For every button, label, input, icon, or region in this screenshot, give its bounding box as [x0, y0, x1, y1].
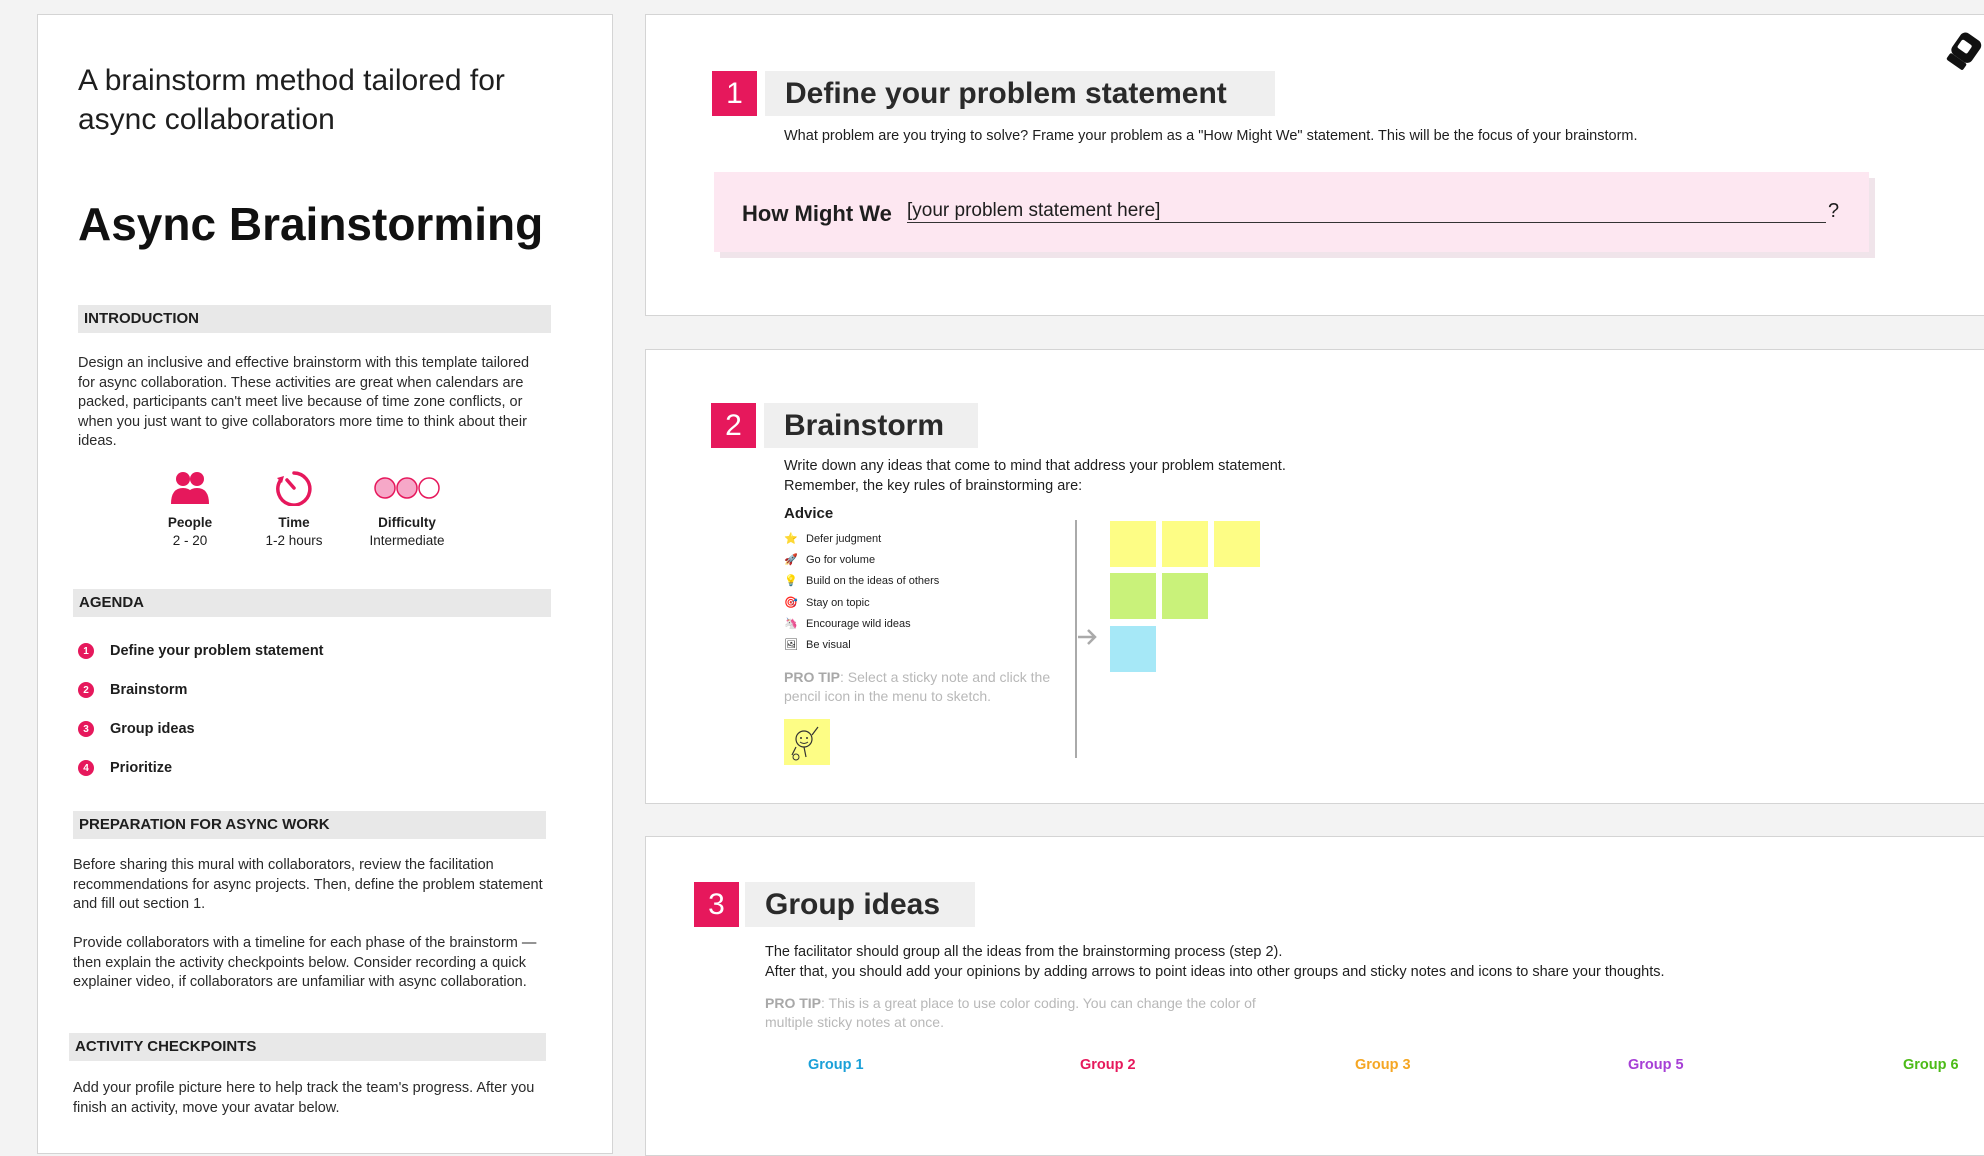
- advice-item: ⭐ Defer judgment: [784, 532, 882, 546]
- stat-time-label: Time: [278, 515, 310, 530]
- sticky-note-yellow[interactable]: [1162, 521, 1208, 567]
- advice-label: Encourage wild ideas: [806, 617, 911, 630]
- protip-label: PRO TIP: [765, 995, 822, 1011]
- hmw-question-mark: ?: [1828, 200, 1840, 222]
- checkpoints-text: Add your profile picture here to help tr…: [73, 1080, 535, 1116]
- advice-item: 🦄 Encourage wild ideas: [784, 617, 911, 631]
- star-icon: ⭐: [784, 533, 798, 545]
- step3-title: Group ideas: [745, 882, 975, 927]
- step2-number: 2: [711, 403, 756, 448]
- step3-description-2: After that, you should add your opinions…: [765, 964, 1665, 980]
- rocket-icon: 🚀: [784, 554, 798, 566]
- advice-item: 💡 Build on the ideas of others: [784, 574, 940, 588]
- checkpoints-heading: ACTIVITY CHECKPOINTS: [69, 1033, 546, 1061]
- advice-item: 🎯 Stay on topic: [784, 596, 870, 610]
- step1-number: 1: [712, 71, 757, 116]
- step3-number: 3: [694, 882, 739, 927]
- stat-difficulty-value: Intermediate: [369, 533, 445, 548]
- preparation-text-1: Before sharing this mural with collabora…: [73, 857, 543, 912]
- advice-item: 🚀 Go for volume: [784, 553, 876, 567]
- agenda-item-4[interactable]: 4 Prioritize: [78, 760, 172, 776]
- step3-protip: PRO TIP: This is a great place to use co…: [765, 994, 1305, 1032]
- step1-title: Define your problem statement: [765, 71, 1275, 116]
- advice-heading: Advice: [784, 505, 834, 522]
- dart-icon: 🎯: [784, 597, 798, 609]
- intro-panel: A brainstorm method tailored for async c…: [37, 14, 613, 1154]
- sticky-note-yellow[interactable]: [1214, 521, 1260, 567]
- stamp-icon[interactable]: [1944, 28, 1984, 74]
- arrow-right-icon: [1078, 629, 1097, 645]
- hmw-card[interactable]: How Might We [your problem statement her…: [714, 172, 1869, 252]
- stat-people-value: 2 - 20: [172, 533, 208, 548]
- people-icon: [171, 472, 209, 504]
- timer-icon: [276, 471, 312, 507]
- step1-description: What problem are you trying to solve? Fr…: [784, 128, 1638, 144]
- agenda-label: Prioritize: [110, 760, 173, 776]
- advice-label: Defer judgment: [806, 532, 882, 545]
- stat-difficulty: Difficulty Intermediate: [352, 470, 462, 548]
- step2-description-2: Remember, the key rules of brainstorming…: [784, 478, 1083, 494]
- group-label-6: Group 6: [1903, 1057, 1959, 1073]
- stat-time-value: 1-2 hours: [265, 533, 323, 548]
- picture-icon: 🖼: [784, 639, 798, 651]
- preparation-heading: PREPARATION FOR ASYNC WORK: [73, 811, 546, 839]
- stat-time: Time 1-2 hours: [239, 470, 349, 548]
- stat-people-label: People: [167, 515, 213, 530]
- stat-difficulty-label: Difficulty: [378, 515, 436, 530]
- sticky-note-green[interactable]: [1110, 573, 1156, 619]
- agenda-number: 2: [78, 682, 94, 698]
- difficulty-icon: [374, 477, 440, 499]
- sticky-note-blue[interactable]: [1110, 626, 1156, 672]
- agenda-number: 4: [78, 760, 94, 776]
- step2-title: Brainstorm: [764, 403, 978, 448]
- advice-label: Build on the ideas of others: [806, 574, 940, 587]
- agenda-label: Define your problem statement: [110, 643, 324, 659]
- step2-protip: PRO TIP: Select a sticky note and click …: [784, 668, 1064, 706]
- sketch-doodle-icon: [791, 726, 819, 761]
- lightbulb-icon: 💡: [784, 575, 798, 587]
- agenda-number: 3: [78, 721, 94, 737]
- sketch-sticky-note[interactable]: [784, 719, 830, 765]
- advice-label: Stay on topic: [806, 596, 870, 609]
- step1-panel: [645, 14, 1984, 316]
- step3-description-1: The facilitator should group all the ide…: [765, 944, 1283, 960]
- preparation-text-2: Provide collaborators with a timeline fo…: [73, 935, 537, 990]
- template-subtitle: A brainstorm method tailored for async c…: [78, 64, 505, 136]
- introduction-text: Design an inclusive and effective brains…: [78, 355, 530, 449]
- agenda-label: Group ideas: [110, 721, 195, 737]
- introduction-heading: INTRODUCTION: [78, 305, 551, 333]
- unicorn-icon: 🦄: [784, 618, 798, 630]
- agenda-number: 1: [78, 643, 94, 659]
- protip-text: : This is a great place to use color cod…: [765, 995, 1256, 1030]
- stat-people: People 2 - 20: [135, 470, 245, 548]
- protip-label: PRO TIP: [784, 669, 841, 685]
- advice-label: Be visual: [806, 638, 851, 651]
- sticky-note-yellow[interactable]: [1110, 521, 1156, 567]
- advice-item: 🖼 Be visual: [784, 638, 851, 652]
- agenda-item-1[interactable]: 1 Define your problem statement: [78, 643, 324, 659]
- group-label-5: Group 5: [1628, 1057, 1684, 1073]
- step2-description-1: Write down any ideas that come to mind t…: [784, 458, 1286, 474]
- advice-label: Go for volume: [806, 553, 876, 566]
- hmw-label: How Might We: [742, 201, 892, 226]
- agenda-heading: AGENDA: [73, 589, 551, 617]
- agenda-item-3[interactable]: 3 Group ideas: [78, 721, 195, 737]
- agenda-item-2[interactable]: 2 Brainstorm: [78, 682, 187, 698]
- group-label-3: Group 3: [1355, 1057, 1411, 1073]
- hmw-input[interactable]: [your problem statement here]: [907, 199, 1826, 223]
- group-label-1: Group 1: [808, 1057, 864, 1073]
- agenda-label: Brainstorm: [110, 682, 188, 698]
- sticky-note-green[interactable]: [1162, 573, 1208, 619]
- template-title: Async Brainstorming: [78, 198, 544, 250]
- group-label-2: Group 2: [1080, 1057, 1136, 1073]
